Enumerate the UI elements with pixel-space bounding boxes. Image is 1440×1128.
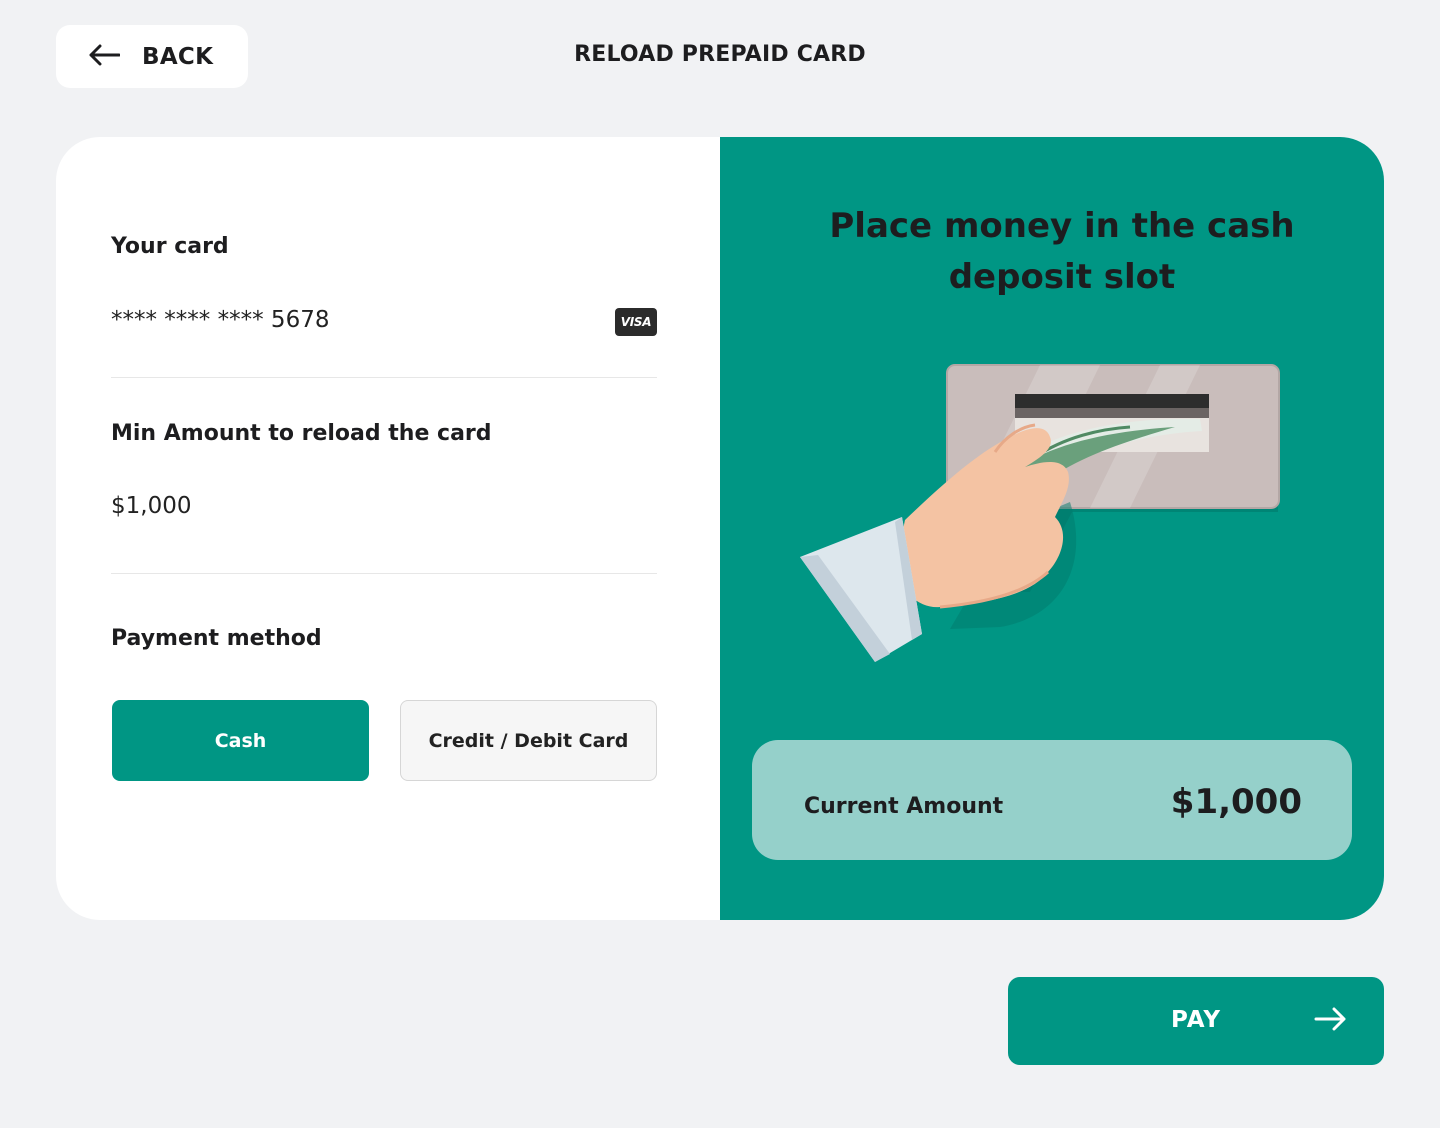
current-amount-box: Current Amount $1,000 [752, 740, 1352, 860]
reload-form: Your card **** **** **** 5678 VISA Min A… [56, 137, 720, 920]
arrow-right-icon [1314, 1007, 1346, 1035]
cash-option-button[interactable]: Cash [112, 700, 369, 781]
reload-panel: Your card **** **** **** 5678 VISA Min A… [56, 137, 1384, 920]
min-amount-value: $1,000 [111, 493, 192, 519]
min-amount-label: Min Amount to reload the card [111, 421, 492, 446]
divider [111, 377, 657, 378]
pay-button[interactable]: PAY [1008, 977, 1384, 1065]
deposit-instruction-line1: Place money in the cash [829, 206, 1295, 246]
deposit-panel: Place money in the cash deposit slot Cur… [720, 137, 1384, 920]
current-amount-label: Current Amount [804, 794, 1004, 819]
current-amount-value: $1,000 [1170, 782, 1302, 822]
payment-method-label: Payment method [111, 626, 322, 651]
page-title: RELOAD PREPAID CARD [574, 42, 866, 67]
card-section-label: Your card [111, 234, 229, 259]
card-number: **** **** **** 5678 [111, 307, 330, 333]
visa-logo-icon: VISA [615, 308, 657, 336]
divider [111, 573, 657, 574]
deposit-instruction: Place money in the cash deposit slot [780, 201, 1344, 303]
card-option-button[interactable]: Credit / Debit Card [400, 700, 657, 781]
deposit-instruction-line2: deposit slot [948, 257, 1176, 297]
hand-inserting-cash-icon [800, 357, 1320, 681]
